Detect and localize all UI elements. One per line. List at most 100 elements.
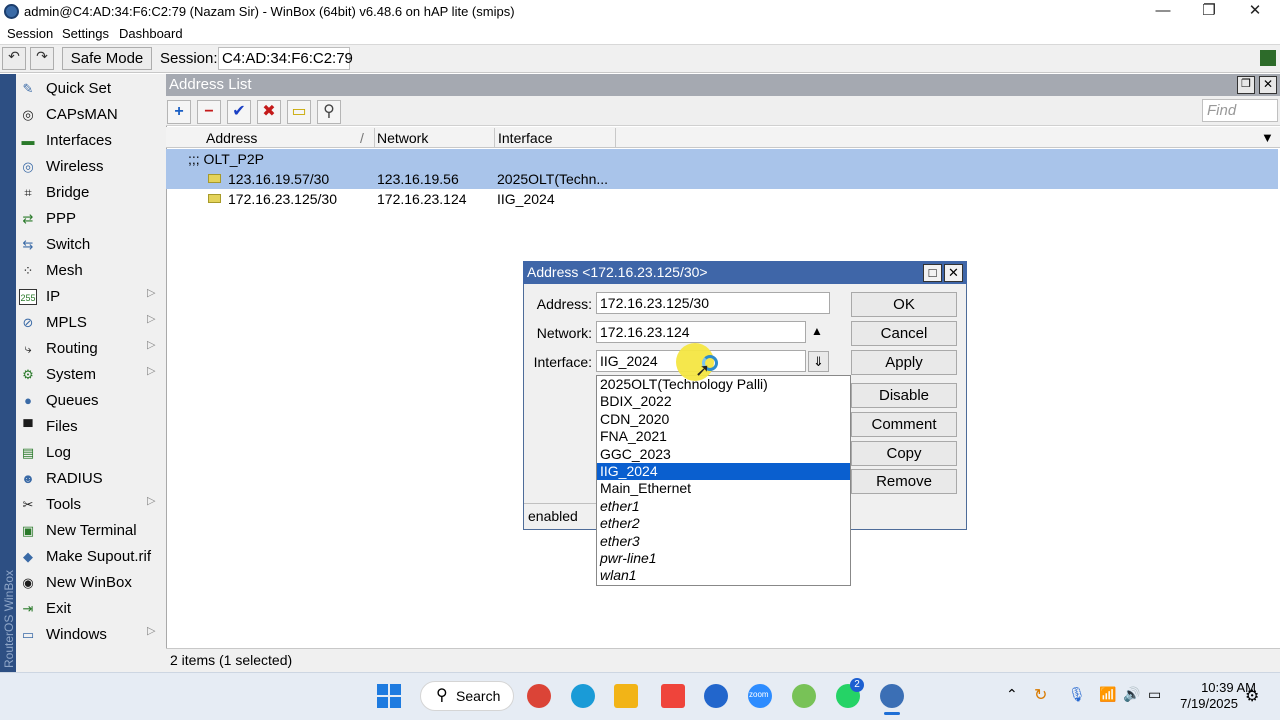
minimize-button[interactable]: — [1140, 0, 1186, 24]
dialog-title: Address <172.16.23.125/30> [527, 264, 708, 280]
mpls-icon: ⊘ [22, 315, 34, 330]
interface-option[interactable]: GGC_2023 [597, 446, 850, 463]
battery-icon[interactable]: ▭ [1148, 686, 1161, 703]
column-interface[interactable]: Interface [498, 130, 552, 146]
file-explorer-icon[interactable] [614, 684, 638, 708]
safe-mode-button[interactable]: Safe Mode [62, 47, 152, 70]
redo-button[interactable]: ↷ [30, 47, 54, 70]
network-collapse-icon[interactable]: ▲ [811, 324, 823, 338]
search-icon: ⚲ [436, 687, 448, 704]
interface-option[interactable]: BDIX_2022 [597, 393, 850, 410]
sidebar-item-switch[interactable]: ⇆ Switch [16, 232, 164, 258]
sidebar-item-wireless[interactable]: ◎ Wireless [16, 154, 164, 180]
comment-button[interactable]: Comment [851, 412, 957, 437]
interface-option[interactable]: wlan1 [597, 567, 850, 584]
column-address[interactable]: Address [206, 130, 257, 146]
panel-maximize-button[interactable]: ❐ [1237, 76, 1255, 94]
sidebar-item-new-terminal[interactable]: ▣ New Terminal [16, 518, 164, 544]
enable-button[interactable]: ✔ [227, 100, 251, 124]
sidebar-item-exit[interactable]: ⇥ Exit [16, 596, 164, 622]
volume-icon[interactable]: 🔊 [1123, 686, 1140, 703]
menu-dashboard[interactable]: Dashboard [119, 26, 183, 41]
interface-option[interactable]: pwr-line1 [597, 550, 850, 567]
sidebar-item-windows[interactable]: ▭ Windows ▷ [16, 622, 164, 648]
close-button[interactable]: ✕ [1232, 0, 1278, 24]
columns-dropdown-icon[interactable]: ▼ [1261, 130, 1274, 145]
sidebar-item-ppp[interactable]: ⇄ PPP [16, 206, 164, 232]
quick-set-icon: ✎ [22, 81, 34, 96]
interface-option[interactable]: CDN_2020 [597, 411, 850, 428]
ok-button[interactable]: OK [851, 292, 957, 317]
maximize-button[interactable]: ❐ [1186, 0, 1232, 24]
sidebar-item-system[interactable]: ⚙ System ▷ [16, 362, 164, 388]
apply-button[interactable]: Apply [851, 350, 957, 375]
sidebar-item-tools[interactable]: ✂ Tools ▷ [16, 492, 164, 518]
filter-button[interactable]: ⚲ [317, 100, 341, 124]
column-network[interactable]: Network [377, 130, 428, 146]
sidebar-item-log[interactable]: ▤ Log [16, 440, 164, 466]
window-title: admin@C4:AD:34:F6:C2:79 (Nazam Sir) - Wi… [24, 4, 515, 19]
sidebar-item-capsman[interactable]: ◎ CAPsMAN [16, 102, 164, 128]
sidebar-item-mesh[interactable]: ⁘ Mesh [16, 258, 164, 284]
network-input[interactable]: 172.16.23.124 [596, 321, 806, 343]
sidebar-item-quick-set[interactable]: ✎ Quick Set [16, 76, 164, 102]
comment-icon: ▭ [291, 103, 307, 120]
start-button[interactable] [377, 684, 401, 708]
undo-button[interactable]: ↶ [2, 47, 26, 70]
interface-option[interactable]: 2025OLT(Technology Palli) [597, 376, 850, 393]
comment-button[interactable]: ▭ [287, 100, 311, 124]
interface-option[interactable]: ether3 [597, 533, 850, 550]
zoom-icon[interactable]: zoom [748, 684, 772, 708]
dialog-maximize-button[interactable]: □ [923, 264, 942, 282]
sidebar-item-queues[interactable]: ● Queues [16, 388, 164, 414]
sidebar-item-make-supout-rif[interactable]: ◆ Make Supout.rif [16, 544, 164, 570]
remove-button[interactable]: − [197, 100, 221, 124]
sidebar-item-label: Windows [46, 626, 107, 643]
comment-row[interactable] [166, 149, 1278, 169]
cancel-button[interactable]: Cancel [851, 321, 957, 346]
disable-button[interactable]: Disable [851, 383, 957, 408]
edge-icon[interactable] [571, 684, 595, 708]
anydesk-icon[interactable] [661, 684, 685, 708]
sidebar-item-mpls[interactable]: ⊘ MPLS ▷ [16, 310, 164, 336]
copy-button[interactable]: Copy [851, 441, 957, 466]
whatsapp-icon[interactable]: 2 [836, 678, 864, 708]
redo-icon: ↷ [36, 48, 48, 64]
sync-icon[interactable]: ↻ [1034, 685, 1047, 705]
interface-dropdown-button[interactable]: ⇓ [808, 351, 829, 372]
microphone-icon[interactable]: 🎙 [1068, 686, 1086, 703]
interface-option[interactable]: FNA_2021 [597, 428, 850, 445]
app-icon[interactable] [704, 684, 728, 708]
notifications-icon[interactable]: ⚙ [1245, 686, 1259, 706]
add-button[interactable]: + [167, 100, 191, 124]
find-input[interactable]: Find [1202, 99, 1278, 122]
clock-date[interactable]: 7/19/2025 [1180, 696, 1238, 711]
disable-button[interactable]: ✖ [257, 100, 281, 124]
sidebar-item-interfaces[interactable]: ▬ Interfaces [16, 128, 164, 154]
wifi-icon[interactable]: 📶 [1099, 686, 1116, 703]
interface-option[interactable]: Main_Ethernet [597, 480, 850, 497]
sidebar-item-bridge[interactable]: ⌗ Bridge [16, 180, 164, 206]
interface-option[interactable]: IIG_2024 [597, 463, 850, 481]
table-row[interactable] [166, 169, 1278, 189]
interface-option[interactable]: ether2 [597, 515, 850, 532]
tray-overflow-icon[interactable]: ⌃ [1006, 686, 1018, 703]
sidebar-item-ip[interactable]: 255 IP ▷ [16, 284, 164, 310]
status-bar [166, 648, 1280, 672]
menu-session[interactable]: Session [7, 26, 53, 41]
address-input[interactable]: 172.16.23.125/30 [596, 292, 830, 314]
address-list-title: Address List [169, 76, 252, 93]
menu-settings[interactable]: Settings [62, 26, 109, 41]
winbox-taskbar-icon[interactable] [880, 684, 904, 715]
sidebar-item-routing[interactable]: ⤷ Routing ▷ [16, 336, 164, 362]
panel-close-button[interactable]: ✕ [1259, 76, 1277, 94]
android-studio-icon[interactable] [792, 684, 816, 708]
files-icon: ▀ [23, 419, 33, 434]
chrome-icon[interactable] [527, 684, 551, 708]
dialog-close-button[interactable]: ✕ [944, 264, 963, 282]
sidebar-item-new-winbox[interactable]: ◉ New WinBox [16, 570, 164, 596]
sidebar-item-files[interactable]: ▀ Files [16, 414, 164, 440]
sidebar-item-radius[interactable]: ☻ RADIUS [16, 466, 164, 492]
interface-option[interactable]: ether1 [597, 498, 850, 515]
remove-button[interactable]: Remove [851, 469, 957, 494]
